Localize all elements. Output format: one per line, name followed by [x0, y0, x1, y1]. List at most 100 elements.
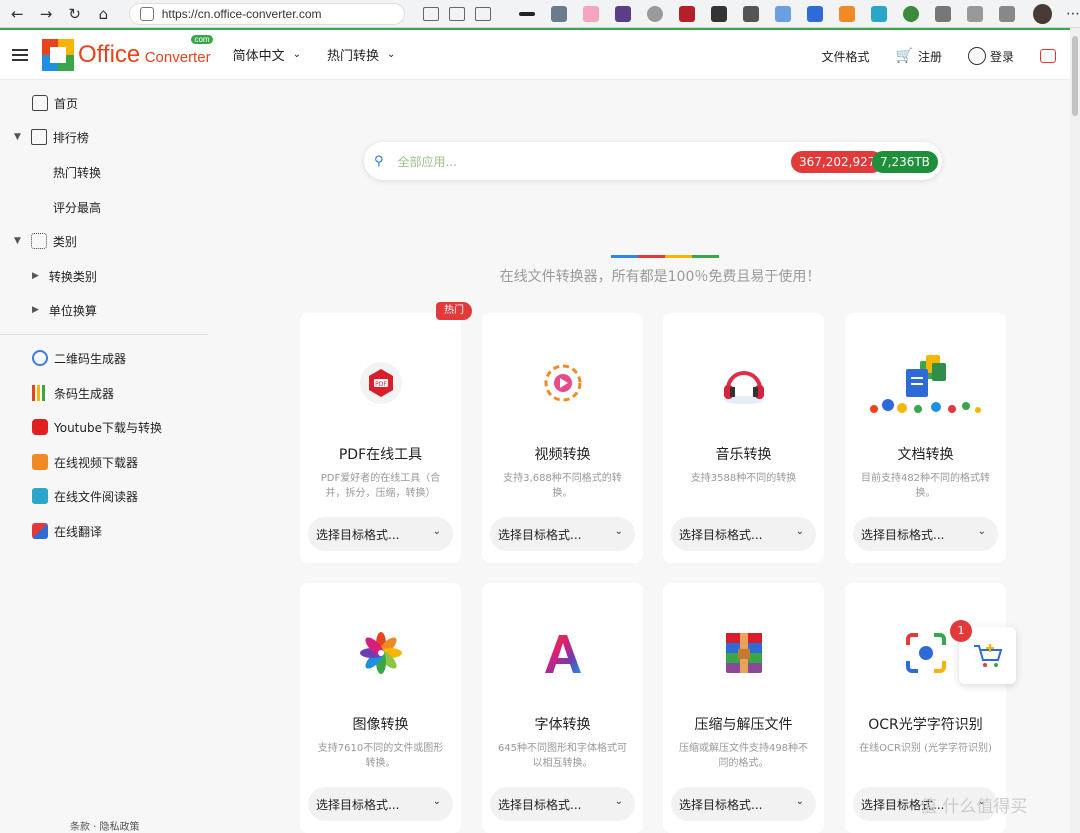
- extension-icon[interactable]: [903, 5, 920, 22]
- file-formats-label: 文件格式: [821, 49, 870, 64]
- target-format-select[interactable]: 选择目标格式... ⌄: [308, 517, 453, 551]
- back-icon[interactable]: ←: [6, 2, 29, 26]
- video-icon: [482, 353, 643, 413]
- extension-icon[interactable]: [839, 5, 856, 22]
- sidebar-item-conversion-categories[interactable]: ▶ 转换类别: [32, 265, 97, 287]
- extension-icon[interactable]: [615, 5, 632, 22]
- search-input[interactable]: 全部应用...: [398, 153, 457, 170]
- extension-icon[interactable]: [519, 11, 536, 16]
- card-document-conversion[interactable]: 文档转换 目前支持482种不同的格式转换。 选择目标格式... ⌄: [845, 313, 1006, 563]
- cart-icon: [973, 643, 1002, 667]
- target-format-select[interactable]: 选择目标格式... ⌄: [490, 787, 635, 821]
- qr-icon[interactable]: [449, 6, 466, 21]
- sidebar-item-home[interactable]: 首页: [32, 92, 78, 114]
- card-title: 音乐转换: [715, 447, 772, 463]
- logo-text: Office Converter com: [78, 34, 213, 69]
- card-audio-conversion[interactable]: 音乐转换 支持3588种不同的转换 选择目标格式... ⌄: [663, 313, 824, 563]
- scrollbar-thumb[interactable]: [1072, 36, 1078, 116]
- watermark: 值 什么值得买: [920, 797, 1028, 817]
- logo-converter-text: Converter: [144, 48, 211, 66]
- target-format-select[interactable]: 选择目标格式... ⌄: [671, 787, 816, 821]
- address-bar[interactable]: https://cn.office-converter.com: [128, 2, 406, 25]
- sidebar-item-unit-conversion[interactable]: ▶ 单位换算: [32, 299, 97, 321]
- sidebar-item-qr-generator[interactable]: 二维码生成器: [32, 347, 126, 369]
- sidebar-item-hot[interactable]: 热门转换: [53, 161, 101, 183]
- card-font-conversion[interactable]: 字体转换 645种不同图形和字体格式可以相互转换。 选择目标格式... ⌄: [482, 583, 643, 833]
- card-image-conversion[interactable]: 图像转换 支持7610不同的文件或图形转换。 选择目标格式... ⌄: [300, 583, 461, 833]
- sidebar-item-youtube[interactable]: Youtube下载与转换: [32, 416, 162, 438]
- search-bar[interactable]: ⚲ 全部应用... 367,202,927 7,236TB: [364, 142, 942, 180]
- sidebar-item-categories[interactable]: ▼ 类别: [14, 230, 77, 252]
- sidebar-item-label: 首页: [54, 96, 79, 111]
- target-format-select[interactable]: 选择目标格式... ⌄: [853, 517, 998, 551]
- extension-icon[interactable]: [711, 5, 728, 22]
- language-label: 简体中文: [232, 49, 285, 64]
- sidebar-item-label: 二维码生成器: [54, 351, 127, 366]
- sidebar-item-file-reader[interactable]: 在线文件阅读器: [32, 485, 138, 507]
- reader-mode-icon[interactable]: [423, 6, 440, 21]
- hamburger-menu-icon[interactable]: [12, 46, 28, 64]
- sidebar: 首页 ▼ 排行榜 热门转换 评分最高 ▼ 类别 ▶ 转换类别 ▶ 单位换算 二维…: [0, 80, 208, 833]
- sidebar-item-label: 转换类别: [48, 269, 97, 284]
- card-description: 在线OCR识别 (光学字符识别): [859, 743, 992, 754]
- reload-icon[interactable]: ↻: [63, 2, 86, 26]
- sidebar-divider: [0, 334, 208, 335]
- app-toggle-button[interactable]: [1040, 49, 1056, 63]
- card-title: 视频转换: [534, 447, 591, 463]
- caret-right-icon: ▶: [32, 271, 39, 281]
- forward-icon[interactable]: →: [35, 2, 58, 26]
- card-archive-conversion[interactable]: 压缩与解压文件 压缩或解压文件支持498种不同的格式。 选择目标格式... ⌄: [663, 583, 824, 833]
- download-icon: [32, 454, 48, 470]
- headphones-icon: [663, 353, 824, 413]
- favorite-icon[interactable]: [475, 6, 492, 21]
- collections-icon[interactable]: [999, 5, 1016, 22]
- sidebar-item-barcode-generator[interactable]: 条码生成器: [32, 382, 114, 404]
- extension-icon[interactable]: [807, 5, 824, 22]
- sidebar-item-label: 评分最高: [53, 200, 102, 215]
- target-format-select[interactable]: 选择目标格式... ⌄: [671, 517, 816, 551]
- site-logo[interactable]: Office Converter com: [42, 34, 213, 71]
- card-description: 支持7610不同的文件或图形转换。: [317, 743, 444, 769]
- select-label: 选择目标格式...: [679, 527, 763, 542]
- extension-icon[interactable]: [871, 5, 888, 22]
- extension-icon[interactable]: [647, 5, 664, 22]
- file-formats-link[interactable]: 文件格式: [822, 48, 870, 65]
- tagline: 在线文件转换器，所有都是100％免费且易于使用！: [499, 269, 821, 285]
- language-menu[interactable]: 简体中文 ⌄: [233, 45, 301, 64]
- card-pdf-tools[interactable]: PDF PDF在线工具 PDF爱好者的在线工具（合并，拆分，压缩，转换） 选择目…: [300, 313, 461, 563]
- target-format-select[interactable]: 选择目标格式... ⌄: [490, 517, 635, 551]
- favorites-icon[interactable]: [967, 5, 984, 22]
- extensions-puzzle-icon[interactable]: [935, 5, 952, 22]
- target-format-select[interactable]: 选择目标格式... ⌄: [308, 787, 453, 821]
- profile-avatar[interactable]: [1033, 3, 1053, 24]
- login-link[interactable]: 登录: [967, 47, 1014, 65]
- sidebar-item-translate[interactable]: 在线翻译: [32, 520, 102, 542]
- sidebar-item-label: 类别: [52, 234, 77, 249]
- data-volume-badge: 7,236TB: [872, 151, 938, 173]
- youtube-icon: [32, 419, 48, 435]
- more-menu-icon[interactable]: ⋯: [1066, 6, 1080, 22]
- sidebar-item-ranking[interactable]: ▼ 排行榜: [14, 126, 89, 148]
- extension-icon[interactable]: [743, 5, 760, 22]
- chevron-down-icon: ⌄: [795, 526, 804, 537]
- extension-icon[interactable]: [679, 5, 696, 22]
- sidebar-item-top-rated[interactable]: 评分最高: [53, 196, 101, 218]
- page-scrollbar[interactable]: [1070, 28, 1080, 833]
- sidebar-item-label: 条码生成器: [54, 386, 115, 401]
- hot-badge: 热门: [436, 302, 472, 320]
- register-link[interactable]: 🛒 注册: [896, 48, 942, 65]
- barcode-icon: [32, 385, 48, 401]
- select-label: 选择目标格式...: [861, 527, 945, 542]
- extension-icon[interactable]: [551, 5, 568, 22]
- hot-conversions-menu[interactable]: 热门转换 ⌄: [327, 45, 395, 64]
- card-video-conversion[interactable]: 视频转换 支持3,688种不同格式的转换。 选择目标格式... ⌄: [482, 313, 643, 563]
- sidebar-item-video-downloader[interactable]: 在线视频下载器: [32, 451, 138, 473]
- extension-icon[interactable]: [775, 5, 792, 22]
- card-description: 目前支持482种不同的格式转换。: [860, 473, 991, 499]
- footer-links[interactable]: 条款 · 隐私政策: [70, 818, 140, 833]
- extension-icon[interactable]: [583, 5, 600, 22]
- conversion-count-badge: 367,202,927: [791, 151, 884, 173]
- site-info-icon[interactable]: [139, 6, 154, 21]
- hot-conversions-label: 热门转换: [326, 49, 379, 64]
- home-icon[interactable]: ⌂: [92, 2, 115, 26]
